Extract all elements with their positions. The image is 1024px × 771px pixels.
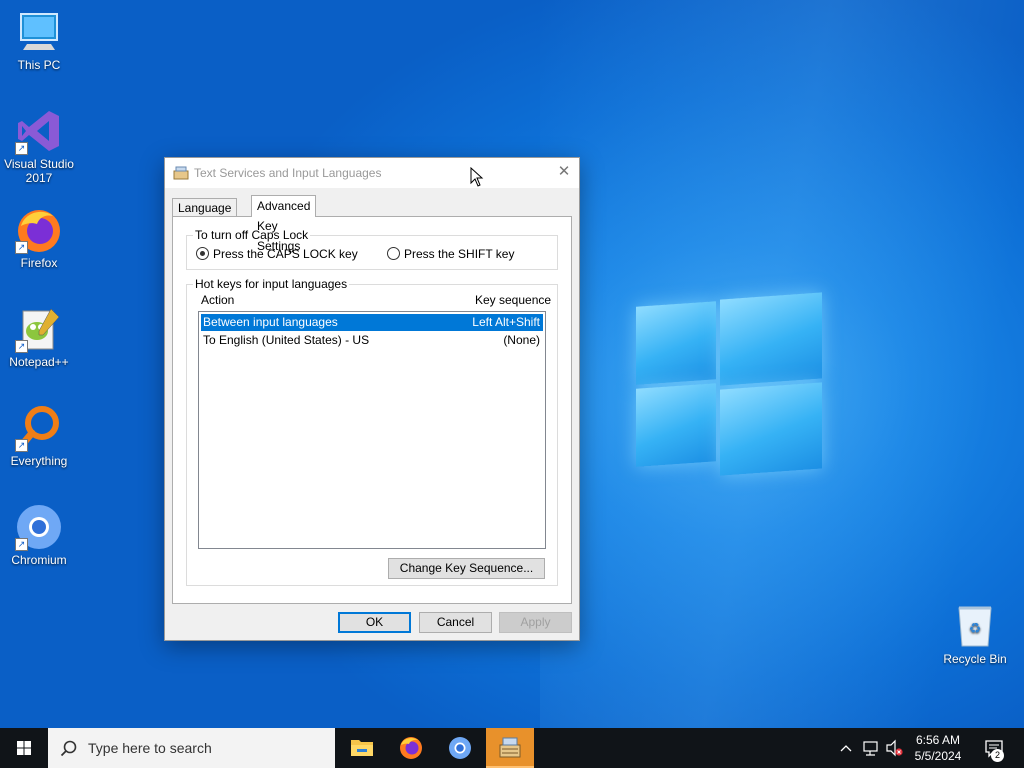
shortcut-arrow-icon: ↗ — [15, 538, 28, 551]
text-services-icon — [499, 737, 521, 758]
change-key-sequence-button[interactable]: Change Key Sequence... — [388, 558, 545, 579]
search-placeholder: Type here to search — [88, 740, 212, 756]
volume-tray-button[interactable] — [884, 728, 906, 768]
taskbar-firefox[interactable] — [387, 728, 435, 768]
radio-shift[interactable]: Press the SHIFT key — [387, 247, 514, 261]
chevron-up-icon — [840, 745, 852, 752]
row-sequence: (None) — [503, 333, 540, 347]
column-header-key-sequence[interactable]: Key sequence — [475, 293, 551, 307]
desktop-icon-recycle-bin[interactable]: ♻ Recycle Bin — [937, 602, 1013, 666]
text-services-dialog: Text Services and Input Languages ✕ Lang… — [164, 157, 580, 641]
mouse-cursor-icon — [470, 166, 484, 190]
clock-date: 5/5/2024 — [914, 749, 962, 763]
tab-language-bar[interactable]: Language Bar — [172, 198, 238, 233]
row-action: Between input languages — [203, 315, 338, 329]
radio-label: Press the SHIFT key — [404, 247, 515, 261]
close-button[interactable]: ✕ — [549, 158, 579, 186]
dialog-titlebar[interactable]: Text Services and Input Languages ✕ — [165, 158, 579, 188]
windows-start-icon — [17, 741, 31, 755]
notification-count-badge: 2 — [991, 749, 1004, 762]
desktop-icon-label: Everything — [10, 454, 68, 468]
list-item[interactable]: Between input languages Left Alt+Shift — [201, 314, 543, 331]
recycle-bin-icon: ♻ — [951, 602, 999, 650]
desktop-background: This PC ↗ Visual Studio 2017 ↗ Firefox ↗… — [0, 0, 1024, 728]
windows-logo-wallpaper — [636, 290, 822, 480]
volume-muted-icon — [886, 739, 903, 757]
search-icon — [60, 739, 78, 760]
row-sequence: Left Alt+Shift — [472, 315, 540, 329]
clock[interactable]: 6:56 AM 5/5/2024 — [906, 732, 970, 764]
everything-icon: ↗ — [15, 404, 63, 452]
keyboard-icon — [173, 165, 189, 181]
visual-studio-icon: ↗ — [15, 107, 63, 155]
desktop-icon-firefox[interactable]: ↗ Firefox — [1, 206, 77, 270]
file-explorer-icon — [351, 740, 373, 756]
firefox-icon: ↗ — [15, 206, 63, 254]
hotkeys-list[interactable]: Between input languages Left Alt+Shift T… — [198, 311, 546, 549]
desktop-icon-this-pc[interactable]: This PC — [1, 8, 77, 72]
group-legend: Hot keys for input languages — [195, 277, 348, 291]
desktop-icon-everything[interactable]: ↗ Everything — [1, 404, 77, 468]
list-item[interactable]: To English (United States) - US (None) — [201, 332, 543, 349]
taskbar-text-services[interactable] — [486, 728, 534, 768]
desktop-icon-label: Firefox — [20, 256, 58, 270]
tab-advanced-key-settings[interactable]: Advanced Key Settings — [251, 195, 317, 253]
firefox-icon — [400, 737, 422, 759]
desktop-icon-label: Visual Studio — [4, 157, 74, 171]
network-icon — [863, 741, 878, 756]
shortcut-arrow-icon: ↗ — [15, 142, 28, 155]
this-pc-icon — [15, 8, 63, 56]
clock-time: 6:56 AM — [915, 733, 961, 747]
column-header-action[interactable]: Action — [201, 293, 234, 307]
shortcut-arrow-icon: ↗ — [15, 340, 28, 353]
dialog-title: Text Services and Input Languages — [194, 166, 382, 180]
desktop-icon-notepad-plus-plus[interactable]: ↗ Notepad++ — [1, 305, 77, 369]
svg-text:♻: ♻ — [969, 621, 982, 637]
row-action: To English (United States) - US — [203, 333, 370, 347]
shortcut-arrow-icon: ↗ — [15, 241, 28, 254]
cancel-button[interactable]: Cancel — [419, 612, 492, 633]
desktop-icon-chromium[interactable]: ↗ Chromium — [1, 503, 77, 567]
desktop-icon-label: Notepad++ — [9, 355, 69, 369]
action-center-button[interactable] — [980, 728, 1010, 768]
desktop-icon-label: 2017 — [25, 171, 53, 185]
tab-panel: To turn off Caps Lock Press the CAPS LOC… — [172, 216, 572, 604]
notepad-plus-plus-icon: ↗ — [15, 305, 63, 353]
ok-button[interactable]: OK — [338, 612, 411, 633]
shortcut-arrow-icon: ↗ — [15, 439, 28, 452]
desktop-icon-label: Chromium — [11, 553, 67, 567]
search-box[interactable]: Type here to search — [48, 728, 335, 768]
chromium-icon: ↗ — [15, 503, 63, 551]
taskbar-file-explorer[interactable] — [338, 728, 386, 768]
notification-icon — [985, 740, 1003, 758]
taskbar-chromium[interactable] — [436, 728, 484, 768]
radio-checked-icon — [196, 247, 209, 260]
start-button[interactable] — [0, 728, 48, 768]
network-tray-button[interactable] — [860, 728, 882, 768]
desktop-icon-visual-studio[interactable]: ↗ Visual Studio 2017 — [1, 107, 77, 185]
radio-unchecked-icon — [387, 247, 400, 260]
chromium-icon — [449, 737, 471, 759]
apply-button[interactable]: Apply — [499, 612, 572, 633]
desktop-icon-label: This PC — [17, 58, 61, 72]
show-hidden-icons-button[interactable] — [838, 728, 854, 768]
taskbar: Type here to search 6:56 AM 5/5/2024 2 — [0, 728, 1024, 768]
desktop-icon-label: Recycle Bin — [943, 652, 1007, 666]
